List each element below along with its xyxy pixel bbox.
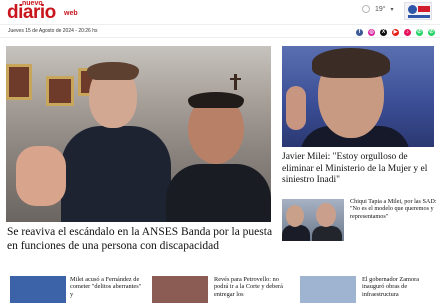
logo-suffix-text: web [64,10,78,17]
bottom-story-headline-3[interactable]: El gobernador Zamora inauguró obras de i… [362,276,438,298]
bottom-story-headline-2[interactable]: Revés para Petrovello: no podrá ir a la … [214,276,292,298]
youtube-icon[interactable]: ▶ [392,28,399,36]
instagram-icon[interactable]: ◎ [368,28,375,36]
weather-widget[interactable]: 19° ▾ [362,5,394,13]
partner-badge-icon[interactable] [404,2,432,20]
side-story-image[interactable] [282,46,434,147]
bottom-story-image-2[interactable] [152,276,208,303]
site-header: nuevo diario web 19° ▾ [0,0,440,24]
whatsapp-icon[interactable]: ✆ [416,28,423,36]
chevron-down-icon: ▾ [390,6,394,13]
tiktok-icon[interactable]: ♪ [404,28,411,36]
hero-image[interactable] [6,46,271,222]
facebook-icon[interactable]: f [356,28,363,36]
x-icon[interactable]: X [380,28,387,36]
bottom-story-image-1[interactable] [10,276,66,303]
weather-icon [362,5,370,13]
social-links: f ◎ X ▶ ♪ ✆ ✆ [356,27,435,37]
side-story-headline[interactable]: Javier Milei: "Estoy orgulloso de elimin… [282,152,438,187]
hero-headline[interactable]: Se reaviva el escándalo en la ANSES Band… [7,225,275,253]
thumb-story-image[interactable] [282,199,344,241]
thumb-story-headline[interactable]: Chiqui Tapia a Milei, por las SAD: "No e… [350,198,438,220]
whatsapp-channel-icon[interactable]: ✆ [428,28,435,36]
date-bar: Jueves 15 de Agosto de 2024 - 20:26 hs f… [0,24,440,38]
bottom-story-image-3[interactable] [300,276,356,303]
bottom-story-headline-1[interactable]: Milei acusó a Fernández de cometer "deli… [70,276,142,298]
weather-temperature: 19° [374,5,386,13]
current-date: Jueves 15 de Agosto de 2024 - 20:26 hs [8,28,98,34]
logo-main-text: diario [7,2,56,23]
